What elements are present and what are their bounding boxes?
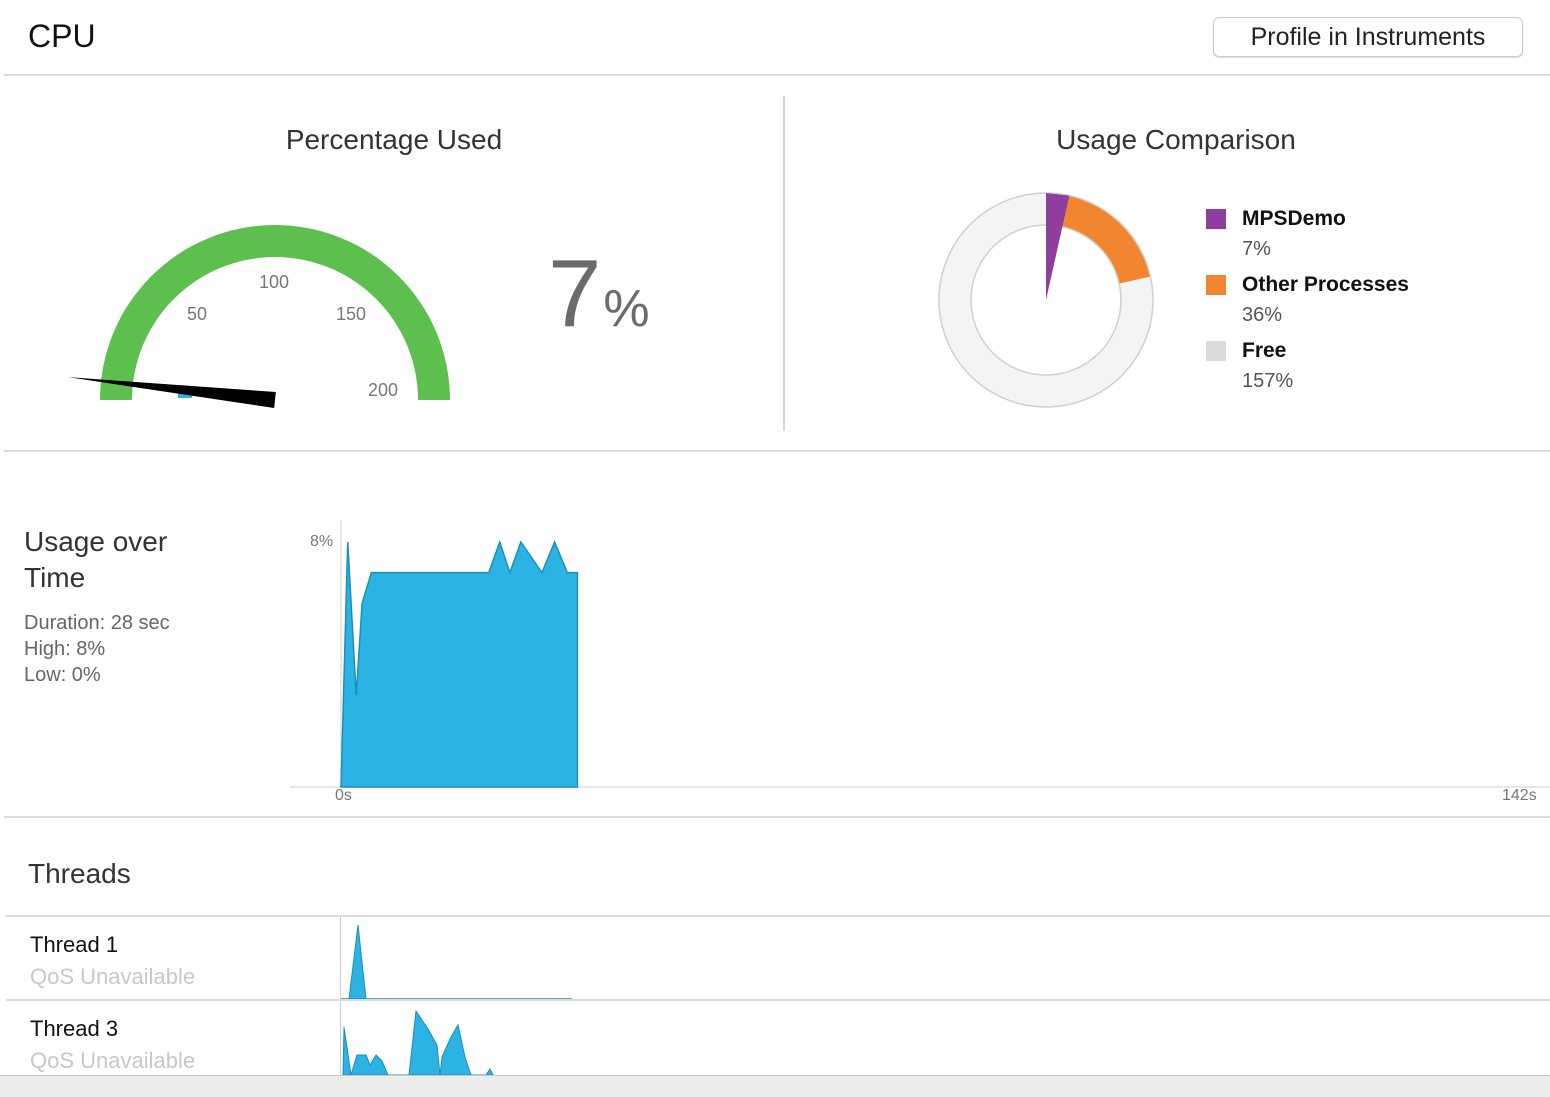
profile-in-instruments-button[interactable]: Profile in Instruments (1213, 17, 1523, 57)
section-divider (4, 450, 1550, 452)
duration-stat: Duration: 28 sec (24, 612, 170, 634)
panel-divider (783, 96, 785, 431)
cpu-percentage-unit: % (603, 280, 650, 338)
usage-area-series (340, 539, 579, 788)
thread-name: Thread 3 (30, 1016, 119, 1041)
other-processes-swatch (1206, 275, 1226, 295)
usage-over-time-chart (290, 520, 1550, 788)
thread-qos: QoS Unavailable (30, 1048, 196, 1073)
gauge-tick-label: 100 (259, 272, 289, 292)
x-axis-start-label: 0s (335, 787, 352, 804)
free-swatch (1206, 341, 1226, 361)
section-divider (4, 816, 1550, 818)
thread-sparkline (342, 1009, 494, 1075)
cpu-gauge: 50 100 150 200 (68, 225, 450, 408)
legend-label-mpsdemo: MPSDemo (1242, 207, 1346, 230)
cpu-percentage-value: 7 (548, 240, 602, 347)
gauge-arc (100, 225, 450, 400)
usage-over-time-title: Usage over Time (24, 526, 168, 593)
page-title: CPU (28, 18, 96, 54)
legend-value-mpsdemo: 7% (1242, 238, 1271, 260)
thread-qos: QoS Unavailable (30, 964, 196, 989)
cpu-percentage-readout: 7% (548, 246, 650, 342)
bottom-toolbar (0, 1075, 1550, 1097)
header-divider (4, 74, 1550, 76)
usage-comparison-title: Usage Comparison (1056, 124, 1296, 155)
percentage-used-title: Percentage Used (285, 124, 503, 155)
legend-value-other-processes: 36% (1242, 304, 1283, 326)
usage-donut-chart (938, 192, 1154, 408)
gauge-tick-label: 150 (336, 304, 366, 324)
threads-title: Threads (28, 858, 131, 889)
thread-row[interactable]: Thread 3 QoS Unavailable (0, 1001, 1550, 1075)
high-stat: High: 8% (24, 638, 106, 660)
legend-label-free: Free (1242, 339, 1287, 362)
thread-sparkline (341, 924, 572, 1000)
thread-name: Thread 1 (30, 932, 119, 957)
gauge-needle (68, 377, 276, 408)
low-stat: Low: 0% (24, 664, 101, 686)
thread-row[interactable]: Thread 1 QoS Unavailable (0, 917, 1550, 1000)
x-axis-end-label: 142s (1502, 787, 1537, 804)
legend-value-free: 157% (1242, 370, 1294, 392)
legend-label-other-processes: Other Processes (1242, 273, 1409, 296)
mpsdemo-swatch (1206, 209, 1226, 229)
gauge-tick-label: 200 (368, 380, 398, 400)
gauge-tick-label: 50 (187, 304, 207, 324)
y-axis-max-label: 8% (310, 533, 334, 550)
